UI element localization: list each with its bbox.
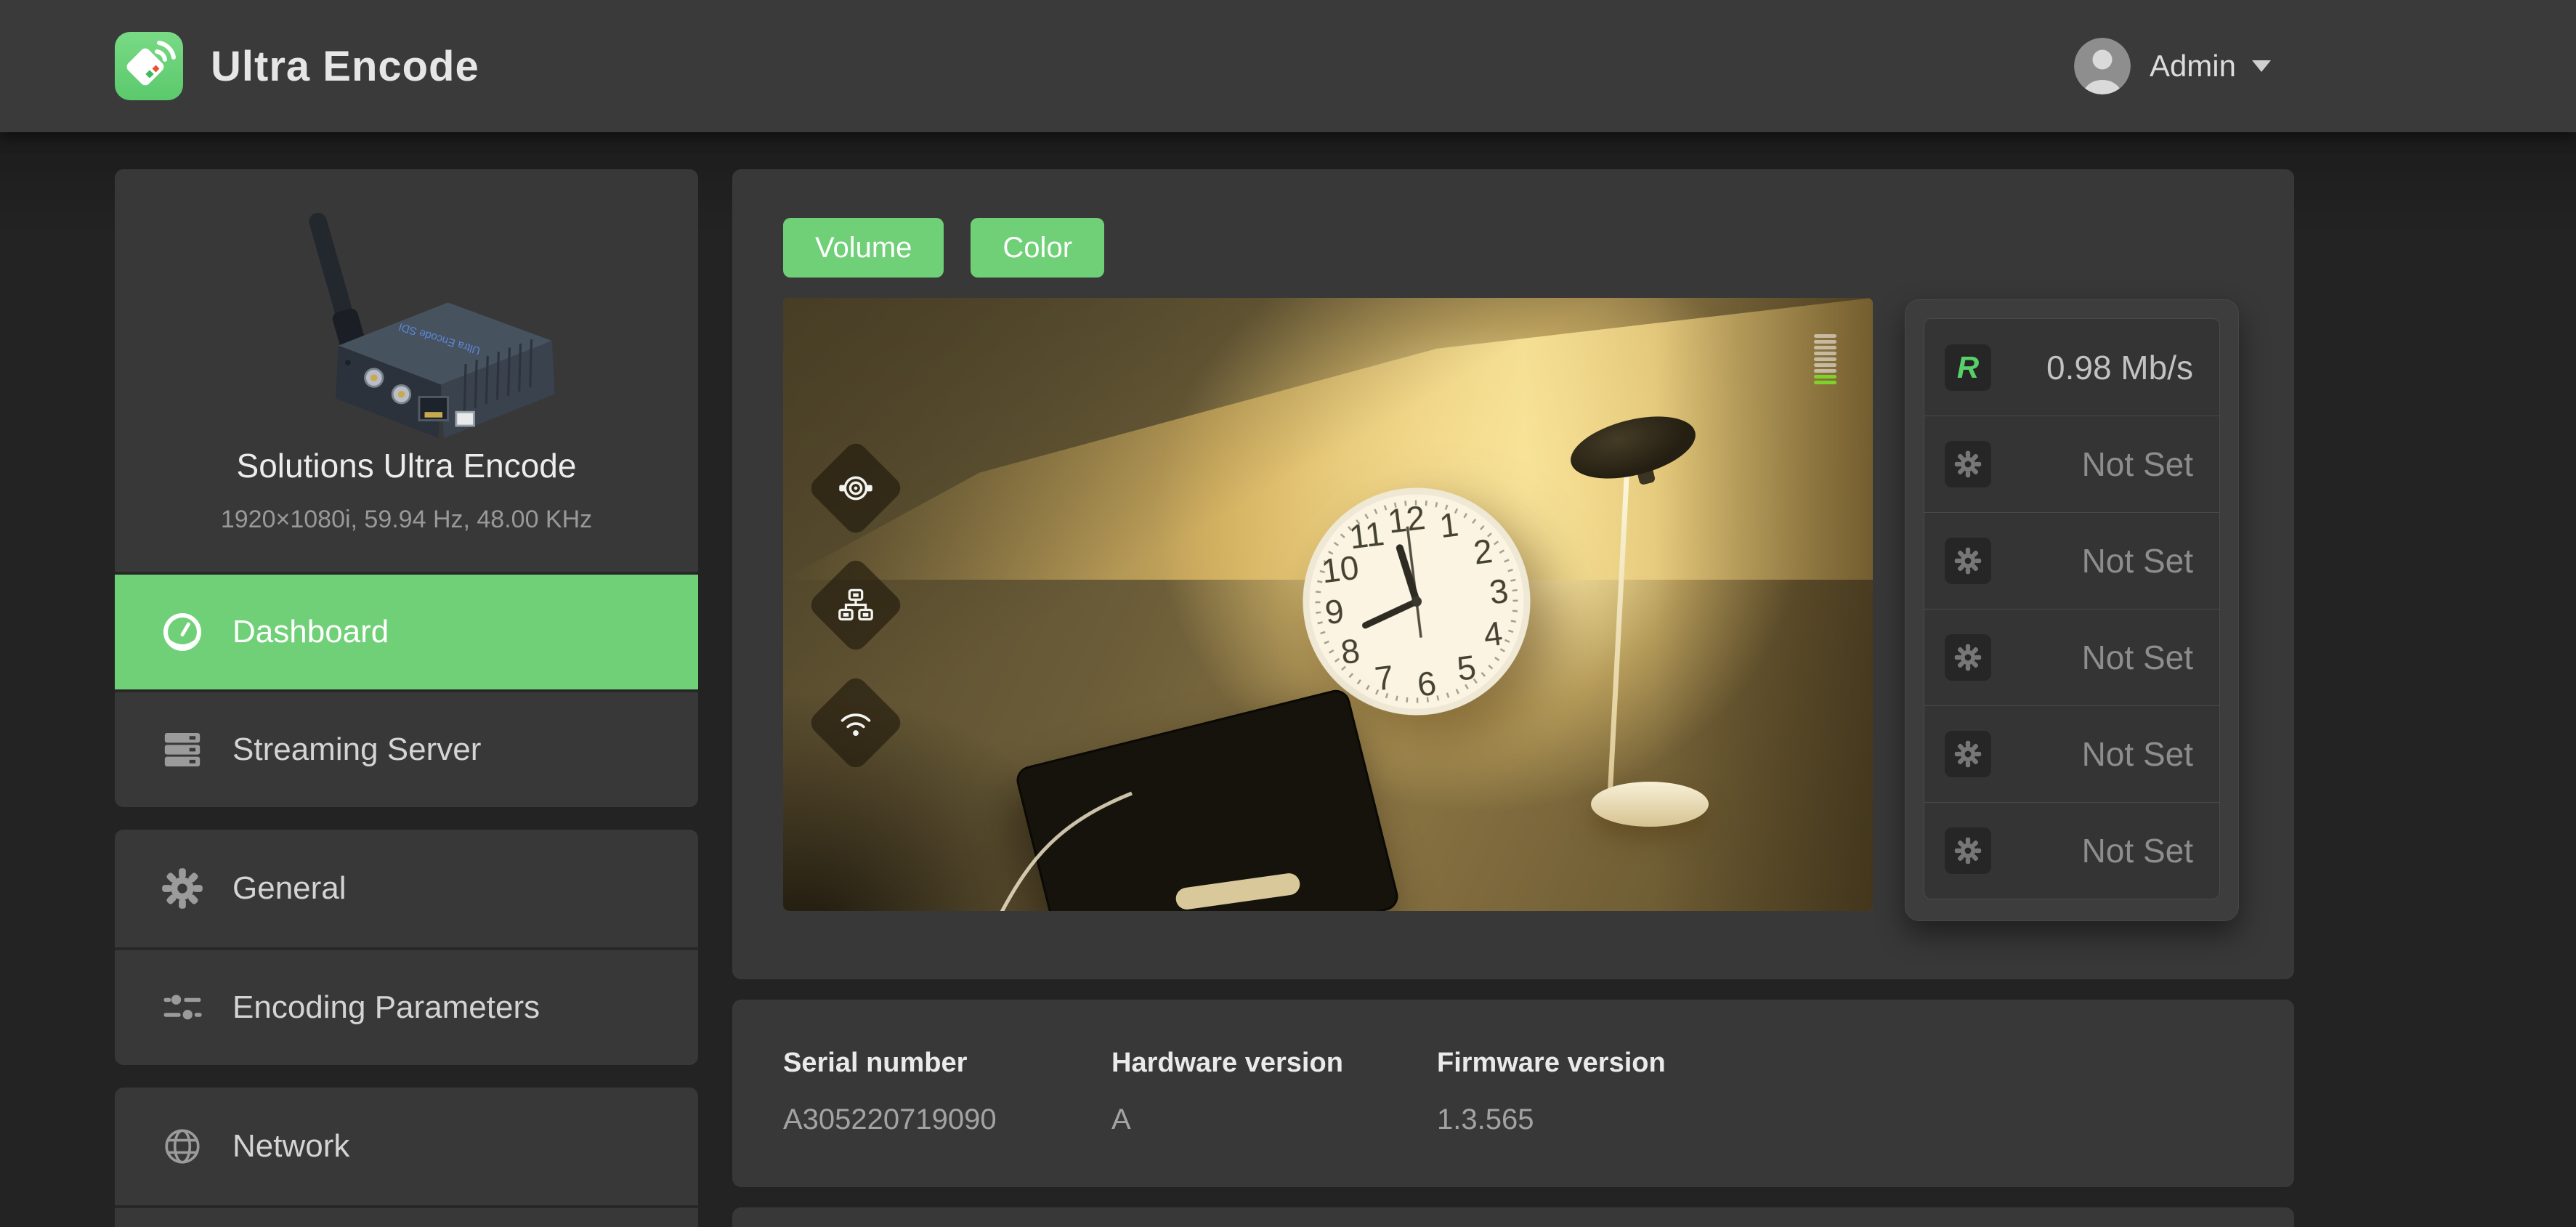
gear-icon xyxy=(1954,547,1982,575)
info-item: Firmware version 1.3.565 xyxy=(1437,1048,1666,1187)
encoder-device-image xyxy=(247,198,567,438)
main: Volume Color xyxy=(732,169,2294,1227)
device-summary: Solutions Ultra Encode 1920×1080i, 59.94… xyxy=(115,169,698,572)
stream-status: Not Set xyxy=(2082,445,2193,484)
wifi-icon xyxy=(837,704,875,742)
sidebar-card-main: Solutions Ultra Encode 1920×1080i, 59.94… xyxy=(115,169,698,807)
ethernet-icon xyxy=(837,586,875,624)
sidebar-card-settings: General Encoding Parameters xyxy=(115,830,698,1065)
stream-row[interactable]: Not Set xyxy=(1924,512,2219,609)
content: Solutions Ultra Encode 1920×1080i, 59.94… xyxy=(0,132,2576,1227)
gear-icon xyxy=(1954,644,1982,671)
server-icon xyxy=(161,729,203,771)
sidebar-item-dashboard[interactable]: Dashboard xyxy=(115,572,698,689)
video-preview xyxy=(783,298,1873,911)
sidebar-item-label: General xyxy=(232,870,347,907)
stream-row[interactable]: Not Set xyxy=(1924,802,2219,899)
sliders-icon xyxy=(161,987,203,1029)
hardware-version-value: A xyxy=(1111,1104,1437,1136)
app-title: Ultra Encode xyxy=(211,42,479,91)
sidebar-item-label: Network xyxy=(232,1128,349,1165)
gear-icon xyxy=(1954,450,1982,478)
stream-bitrate: 0.98 Mb/s xyxy=(2046,348,2193,387)
topbar: Ultra Encode Admin xyxy=(0,0,2576,132)
user-menu[interactable]: Admin xyxy=(2074,38,2271,94)
gear-icon xyxy=(1954,740,1982,768)
ultra-encode-dashboard: Ultra Encode Admin Solutions Ultra Encod… xyxy=(0,0,2576,1227)
volume-button[interactable]: Volume xyxy=(783,218,944,278)
stream-row-recording[interactable]: R 0.98 Mb/s xyxy=(1924,319,2219,416)
stream-row[interactable]: Not Set xyxy=(1924,416,2219,512)
stream-status: Not Set xyxy=(2082,638,2193,677)
stream-status: Not Set xyxy=(2082,734,2193,774)
gear-icon xyxy=(1954,837,1982,864)
stream-status: Not Set xyxy=(2082,831,2193,870)
sidebar-item-network[interactable]: Network xyxy=(115,1088,698,1205)
info-label: Firmware version xyxy=(1437,1048,1666,1079)
sidebar-item-streaming-server[interactable]: Streaming Server xyxy=(115,689,698,807)
chevron-down-icon xyxy=(2252,60,2271,72)
firmware-version-value: 1.3.565 xyxy=(1437,1104,1666,1136)
next-panel-partial xyxy=(732,1207,2294,1227)
info-label: Hardware version xyxy=(1111,1048,1437,1079)
sidebar-item-firmware[interactable]: Firmware New xyxy=(115,1205,698,1227)
sdi-input-icon xyxy=(837,469,875,507)
color-button[interactable]: Color xyxy=(971,218,1104,278)
device-info-panel: Serial number A305220719090 Hardware ver… xyxy=(732,1000,2294,1187)
user-name: Admin xyxy=(2150,49,2236,84)
sidebar-item-label: Streaming Server xyxy=(232,732,481,768)
device-signal-format: 1920×1080i, 59.94 Hz, 48.00 KHz xyxy=(115,506,698,534)
sidebar-card-system: Network Firmware New xyxy=(115,1088,698,1227)
device-name: Solutions Ultra Encode xyxy=(115,446,698,485)
sidebar-item-label: Encoding Parameters xyxy=(232,989,540,1026)
info-label: Serial number xyxy=(783,1048,1111,1079)
preview-actions: Volume Color xyxy=(783,218,1104,278)
gear-icon xyxy=(161,867,203,910)
stream-status: Not Set xyxy=(2082,541,2193,580)
globe-icon xyxy=(161,1125,203,1167)
gauge-icon xyxy=(161,611,203,653)
info-item: Hardware version A xyxy=(1111,1048,1437,1187)
info-item: Serial number A305220719090 xyxy=(783,1048,1111,1187)
stream-row[interactable]: Not Set xyxy=(1924,705,2219,802)
preview-panel: Volume Color xyxy=(732,169,2294,979)
serial-number-value: A305220719090 xyxy=(783,1104,1111,1136)
stream-targets-list: R 0.98 Mb/s Not Set Not Set xyxy=(1924,318,2220,899)
audio-level-meter xyxy=(1814,334,1836,384)
recording-r-icon: R xyxy=(1945,344,1991,391)
sidebar-item-general[interactable]: General xyxy=(115,830,698,947)
app-logo-icon xyxy=(115,32,183,100)
sidebar-item-encoding-parameters[interactable]: Encoding Parameters xyxy=(115,947,698,1065)
sidebar: Solutions Ultra Encode 1920×1080i, 59.94… xyxy=(115,169,698,1227)
stream-targets-panel: R 0.98 Mb/s Not Set Not Set xyxy=(1905,299,2239,921)
stream-row[interactable]: Not Set xyxy=(1924,609,2219,705)
sidebar-item-label: Dashboard xyxy=(232,614,389,650)
user-avatar-icon xyxy=(2074,38,2131,94)
